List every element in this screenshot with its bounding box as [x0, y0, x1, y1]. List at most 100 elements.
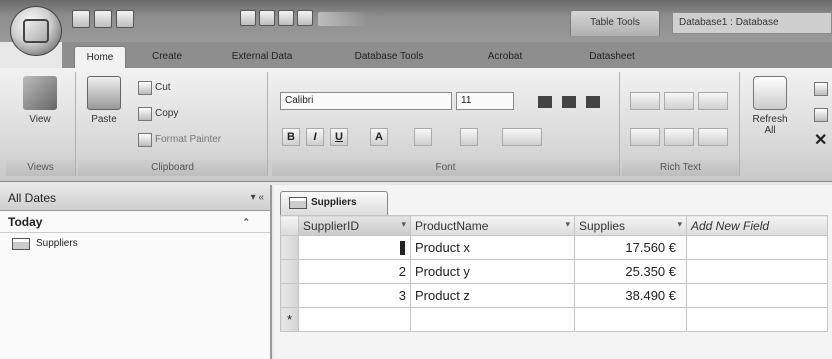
tab-acrobat[interactable]: Acrobat	[474, 46, 536, 68]
cell-supplierid[interactable]	[298, 235, 411, 260]
dropdown-arrow-icon[interactable]: ▾	[401, 219, 406, 230]
ribbon-tab-strip: Home Create External Data Database Tools…	[62, 42, 832, 68]
table-tools-context-tab: Table Tools	[570, 10, 660, 36]
row-selector[interactable]	[280, 259, 299, 284]
view-icon	[23, 76, 57, 110]
copy-button[interactable]: Copy	[138, 106, 178, 122]
copy-label: Copy	[155, 108, 179, 119]
delete-record-icon[interactable]: ✕	[814, 130, 827, 150]
bold-button[interactable]: B	[282, 128, 300, 146]
new-record-icon[interactable]	[814, 82, 828, 96]
rich-text-group-label: Rich Text	[622, 160, 739, 176]
new-record-row[interactable]: *	[280, 307, 828, 332]
tab-home[interactable]: Home	[74, 46, 126, 68]
font-name-select[interactable]: Calibri	[280, 92, 452, 110]
nav-group-today[interactable]: Today ⌃	[0, 211, 270, 233]
toolbar-overflow	[318, 12, 368, 26]
increase-indent-icon[interactable]	[664, 92, 694, 110]
select-all-cell[interactable]	[280, 215, 299, 236]
align-left-icon[interactable]	[538, 96, 552, 108]
cell-productname[interactable]: Product x	[410, 235, 575, 260]
nav-group-label: Today	[8, 215, 43, 229]
cell-supplierid[interactable]: 2	[298, 259, 411, 284]
underline-button[interactable]: U	[330, 128, 348, 146]
customize-button[interactable]	[297, 10, 313, 26]
app-icon[interactable]	[72, 10, 90, 28]
cell-productname[interactable]	[410, 307, 575, 332]
cell-productname[interactable]: Product y	[410, 259, 575, 284]
table-icon	[289, 197, 307, 209]
office-button[interactable]	[10, 6, 62, 56]
cut-button[interactable]: Cut	[138, 80, 171, 96]
tab-datasheet[interactable]: Datasheet	[576, 46, 648, 68]
undo-icon[interactable]	[94, 10, 112, 28]
nav-pane-controls[interactable]: ▾ «	[251, 185, 264, 211]
cell-supplies[interactable]: 25.350 €	[574, 259, 687, 284]
document-tab-label: Suppliers	[311, 197, 357, 208]
fill-color-icon[interactable]	[414, 128, 432, 146]
dropdown-arrow-icon[interactable]: ▾	[677, 219, 682, 230]
undo-button[interactable]	[259, 10, 275, 26]
cell-new-field[interactable]	[686, 259, 828, 284]
cell-supplierid[interactable]	[298, 307, 411, 332]
cell-new-field[interactable]	[686, 307, 828, 332]
dropdown-arrow-icon[interactable]: ▾	[565, 219, 570, 230]
gridlines-icon[interactable]	[460, 128, 478, 146]
redo-button[interactable]	[278, 10, 294, 26]
save-record-icon[interactable]	[814, 108, 828, 122]
cell-supplierid[interactable]: 3	[298, 283, 411, 308]
row-selector[interactable]	[280, 283, 299, 308]
table-row[interactable]: 2 Product y 25.350 €	[280, 259, 828, 284]
column-header-supplies[interactable]: Supplies ▾	[574, 215, 687, 236]
views-group-label: Views	[6, 160, 75, 176]
cell-new-field[interactable]	[686, 283, 828, 308]
cell-supplies[interactable]: 17.560 €	[574, 235, 687, 260]
document-tab-suppliers[interactable]: Suppliers	[280, 191, 388, 215]
alternate-fill-icon[interactable]	[502, 128, 542, 146]
numbering-icon[interactable]	[664, 128, 694, 146]
decrease-indent-icon[interactable]	[630, 92, 660, 110]
save-icon[interactable]	[116, 10, 134, 28]
format-painter-button[interactable]: Format Painter	[138, 132, 221, 148]
font-color-button[interactable]: A	[370, 128, 388, 146]
column-header-productname[interactable]: ProductName ▾	[410, 215, 575, 236]
refresh-all-label: Refresh All	[752, 114, 788, 136]
font-size-select[interactable]: 11	[456, 92, 514, 110]
view-button[interactable]: View	[18, 76, 62, 125]
font-group-label: Font	[272, 160, 619, 176]
table-row[interactable]: 3 Product z 38.490 €	[280, 283, 828, 308]
collapse-group-icon[interactable]: ⌃	[242, 211, 250, 233]
align-right-icon[interactable]	[586, 96, 600, 108]
highlight-icon[interactable]	[698, 128, 728, 146]
nav-pane-header[interactable]: All Dates ▾ «	[0, 185, 270, 211]
title-bar: Table Tools Database1 : Database	[0, 0, 832, 42]
save-button[interactable]	[240, 10, 256, 26]
italic-button[interactable]: I	[306, 128, 324, 146]
column-header-add-new-field[interactable]: Add New Field	[686, 215, 828, 236]
cell-supplies[interactable]	[574, 307, 687, 332]
ribbon: View Views Paste Cut Copy Format Painter…	[0, 68, 832, 182]
bullets-icon[interactable]	[630, 128, 660, 146]
tab-database-tools[interactable]: Database Tools	[344, 46, 434, 68]
nav-item-label: Suppliers	[36, 238, 78, 249]
cell-new-field[interactable]	[686, 235, 828, 260]
nav-item-suppliers[interactable]: Suppliers	[0, 233, 270, 255]
cell-productname[interactable]: Product z	[410, 283, 575, 308]
format-painter-label: Format Painter	[155, 134, 222, 145]
clipboard-group-label: Clipboard	[78, 160, 267, 176]
row-selector[interactable]	[280, 235, 299, 260]
tab-external-data[interactable]: External Data	[222, 46, 302, 68]
paragraph-direction-icon[interactable]	[698, 92, 728, 110]
tab-create[interactable]: Create	[142, 46, 192, 68]
paste-button[interactable]: Paste	[82, 76, 126, 125]
table-row[interactable]: Product x 17.560 €	[280, 235, 828, 260]
column-header-supplierid[interactable]: SupplierID ▾	[298, 215, 411, 236]
align-center-icon[interactable]	[562, 96, 576, 108]
scissors-icon	[138, 81, 152, 95]
nav-pane-title: All Dates	[8, 191, 57, 205]
quick-access-toolbar	[72, 10, 134, 30]
new-record-marker[interactable]: *	[280, 307, 299, 332]
cell-supplies[interactable]: 38.490 €	[574, 283, 687, 308]
navigation-pane: All Dates ▾ « Today ⌃ Suppliers	[0, 185, 272, 359]
refresh-all-button[interactable]: Refresh All	[746, 76, 794, 136]
